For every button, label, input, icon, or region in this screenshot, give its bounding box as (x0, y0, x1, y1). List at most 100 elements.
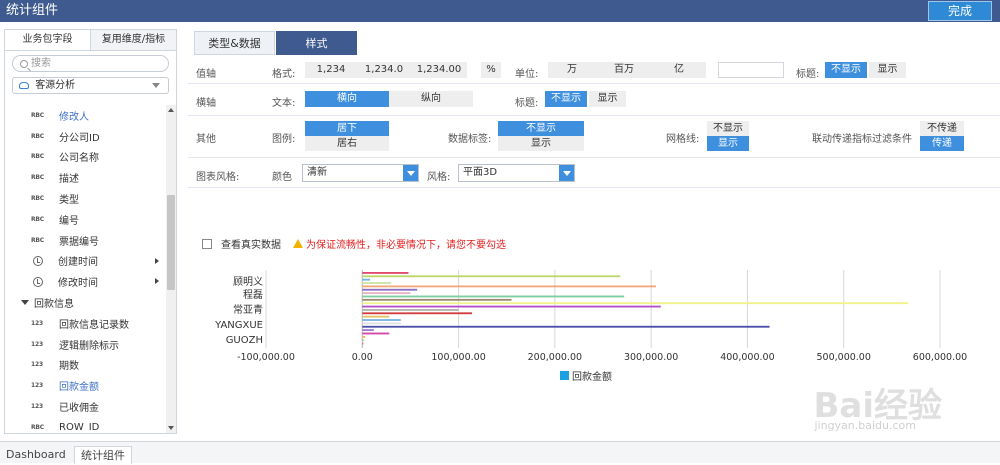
format-percent[interactable]: % (481, 62, 501, 78)
unit-wan[interactable]: 万 (548, 62, 596, 78)
linkage-off[interactable]: 不传递 (920, 121, 964, 136)
bar (362, 322, 401, 325)
data-label-hide[interactable]: 不显示 (498, 121, 584, 136)
style-select[interactable]: 平面3D (458, 164, 575, 182)
bar (362, 329, 374, 332)
tab-dashboard[interactable]: Dashboard (0, 446, 72, 464)
field-item[interactable]: 123 回款信息记录数 (5, 313, 165, 334)
field-item[interactable]: RBC 修改人 (5, 105, 165, 126)
tab-type-data[interactable]: 类型&数据 (194, 31, 275, 55)
tab-chart-component[interactable]: 统计组件 (74, 446, 132, 464)
chart-style-label: 图表风格: (196, 172, 240, 183)
grid-label: 网格线: (666, 134, 700, 145)
scroll-thumb[interactable] (167, 195, 175, 290)
clock-icon (33, 255, 43, 266)
category-label: 顾明义 (233, 276, 263, 288)
linkage-on[interactable]: 传递 (920, 136, 964, 151)
format-label: 格式: (272, 69, 296, 80)
chevron-down-icon[interactable] (559, 165, 574, 181)
unit-million[interactable]: 百万 (596, 62, 652, 78)
field-item[interactable]: RBC 编号 (5, 209, 165, 230)
scroll-down-icon[interactable] (168, 426, 174, 430)
unit-label: 单位: (515, 69, 539, 80)
legend-options: 居下 居右 (305, 121, 389, 151)
data-label-show[interactable]: 显示 (498, 136, 584, 151)
category-label: YANGXUE (214, 320, 263, 331)
bar (362, 278, 370, 281)
value-axis-row: 值轴 格式: 1,234 1,234.0 1,234.00 % 单位: 万 百万… (188, 56, 1000, 84)
tab-reuse-dimensions[interactable]: 复用维度/指标 (90, 30, 176, 50)
grid-hide[interactable]: 不显示 (707, 121, 749, 136)
format-two-decimal[interactable]: 1,234.00 (411, 62, 467, 78)
text-label: 文本: (272, 98, 296, 109)
field-item[interactable]: 修改时间 (5, 271, 165, 292)
field-name: 回款金额 (59, 382, 99, 394)
color-selected: 清新 (307, 167, 327, 178)
unit-yi[interactable]: 亿 (652, 62, 706, 78)
field-item[interactable]: 123 回款金额 (5, 375, 165, 396)
field-name: 公司名称 (59, 153, 99, 165)
bar (362, 272, 409, 274)
category-title-options: 不显示 显示 (545, 91, 626, 107)
category-title-hide[interactable]: 不显示 (545, 91, 587, 107)
bar (362, 295, 625, 298)
field-type-icon: RBC (31, 423, 44, 431)
field-name: 编号 (59, 215, 79, 227)
field-item[interactable]: RBC 公司名称 (5, 147, 165, 168)
value-title-show[interactable]: 显示 (869, 62, 906, 78)
field-type-icon: 123 (31, 319, 43, 327)
field-item[interactable]: 123 逻辑删除标示 (5, 334, 165, 355)
category-axis-label: 横轴 (196, 98, 216, 109)
bar (362, 342, 364, 345)
field-item[interactable]: 创建时间 (5, 251, 165, 272)
chevron-down-icon[interactable] (403, 165, 418, 181)
x-tick-label: 300,000.00 (624, 352, 678, 363)
search-placeholder: 搜索 (31, 58, 51, 69)
legend-right[interactable]: 居右 (305, 136, 389, 151)
field-item[interactable]: RBC 类型 (5, 188, 165, 209)
color-select[interactable]: 清新 (302, 164, 419, 182)
collapse-caret-icon[interactable] (21, 300, 29, 306)
field-item[interactable]: RBC ROW_ID (5, 417, 165, 431)
unit-custom-input[interactable] (718, 62, 784, 78)
format-one-decimal[interactable]: 1,234.0 (357, 62, 411, 78)
expand-arrow-icon[interactable] (155, 257, 159, 264)
scroll-up-icon[interactable] (168, 108, 174, 112)
text-horizontal[interactable]: 横向 (305, 91, 389, 107)
field-name: 创建时间 (58, 257, 98, 269)
x-tick-label: 400,000.00 (720, 352, 774, 363)
format-integer[interactable]: 1,234 (305, 62, 357, 78)
field-item[interactable]: 123 已收佣金 (5, 396, 165, 417)
field-item[interactable]: RBC 描述 (5, 167, 165, 188)
category-title-show[interactable]: 显示 (589, 91, 626, 107)
expand-arrow-icon[interactable] (155, 278, 159, 285)
field-item[interactable]: 123 期数 (5, 355, 165, 376)
datasource-select[interactable]: 客源分析 (12, 77, 169, 94)
category-label: 程磊 (243, 289, 263, 301)
bar (362, 325, 770, 328)
done-button[interactable]: 完成 (928, 1, 992, 21)
bar (362, 332, 390, 335)
app-title: 统计组件 (6, 3, 59, 18)
legend-swatch (560, 371, 569, 380)
field-type-icon: RBC (31, 215, 44, 223)
legend-bottom[interactable]: 居下 (305, 121, 389, 136)
field-item[interactable]: RBC 票据编号 (5, 230, 165, 251)
field-list-scrollbar[interactable] (166, 105, 176, 433)
x-tick-label: 500,000.00 (817, 352, 871, 363)
field-name: 分公司ID (59, 132, 100, 144)
text-vertical[interactable]: 纵向 (389, 91, 473, 107)
value-title-hide[interactable]: 不显示 (825, 62, 867, 78)
tab-style[interactable]: 样式 (276, 31, 357, 55)
field-type-icon: RBC (31, 153, 44, 161)
field-group[interactable]: 回款信息 (5, 292, 165, 313)
bar (362, 285, 656, 288)
data-label-label: 数据标签: (448, 134, 492, 145)
field-item[interactable]: RBC 分公司ID (5, 126, 165, 147)
search-icon (20, 59, 28, 68)
grid-show[interactable]: 显示 (707, 136, 749, 151)
search-input[interactable]: 搜索 (12, 55, 169, 72)
watermark-url: jingyan.baidu.com (814, 419, 916, 432)
bar (362, 312, 473, 315)
tab-business-fields[interactable]: 业务包字段 (5, 30, 90, 50)
